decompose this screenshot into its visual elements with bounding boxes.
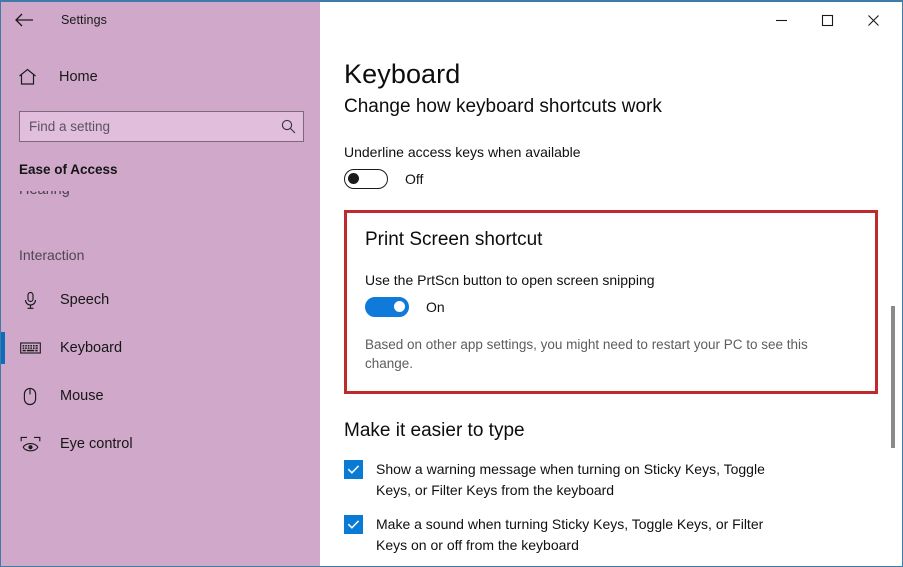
- sidebar-home-label: Home: [59, 69, 98, 85]
- back-button[interactable]: [3, 4, 45, 36]
- minimize-icon: [775, 14, 788, 27]
- keyboard-icon: [19, 341, 41, 355]
- underline-access-keys-label: Underline access keys when available: [344, 144, 902, 160]
- print-screen-toggle[interactable]: [365, 297, 409, 317]
- print-screen-section-highlight: Print Screen shortcut Use the PrtScn but…: [344, 210, 878, 394]
- sidebar-item-mouse[interactable]: Mouse: [1, 379, 320, 413]
- eye-control-icon: [19, 436, 41, 453]
- selection-indicator: [1, 332, 5, 364]
- close-icon: [867, 14, 880, 27]
- sidebar-item-label-speech: Speech: [60, 292, 109, 308]
- scrollbar-thumb[interactable]: [891, 306, 895, 448]
- sidebar-item-keyboard[interactable]: Keyboard: [1, 331, 320, 365]
- minimize-button[interactable]: [758, 4, 804, 36]
- make-sound-checkbox[interactable]: [344, 515, 363, 534]
- print-screen-label: Use the PrtScn button to open screen sni…: [365, 272, 857, 288]
- warning-message-checkbox[interactable]: [344, 460, 363, 479]
- search-input[interactable]: [20, 112, 273, 141]
- sidebar-item-label-hearing: Hearing: [19, 191, 70, 198]
- print-screen-toggle-row: On: [365, 297, 857, 317]
- maximize-button[interactable]: [804, 4, 850, 36]
- sidebar-item-eye-control[interactable]: Eye control: [1, 427, 320, 461]
- toggle-knob: [394, 301, 405, 312]
- mouse-icon: [19, 387, 41, 406]
- sidebar-category-title: Ease of Access: [1, 162, 320, 177]
- print-screen-state: On: [426, 299, 445, 315]
- sidebar-item-label-keyboard: Keyboard: [60, 340, 122, 356]
- warning-message-label: Show a warning message when turning on S…: [376, 459, 796, 501]
- home-icon: [18, 68, 40, 86]
- back-arrow-icon: [14, 12, 34, 28]
- print-screen-note: Based on other app settings, you might n…: [365, 335, 817, 373]
- content-scrollbar[interactable]: [885, 38, 901, 567]
- main-content: Keyboard Change how keyboard shortcuts w…: [320, 38, 902, 567]
- sidebar-item-speech[interactable]: Speech: [1, 283, 320, 317]
- check-icon: [347, 519, 360, 530]
- checkbox-row-make-sound[interactable]: Make a sound when turning Sticky Keys, T…: [344, 514, 902, 556]
- app-title: Settings: [61, 13, 107, 27]
- page-title: Keyboard: [344, 59, 902, 90]
- sidebar: Home Ease of Access Hearing Interaction: [1, 38, 320, 567]
- make-sound-label: Make a sound when turning Sticky Keys, T…: [376, 514, 796, 556]
- search-box[interactable]: [19, 111, 304, 142]
- sidebar-item-label-eye-control: Eye control: [60, 436, 133, 452]
- underline-access-keys-row: Off: [344, 169, 902, 189]
- title-bar-right: [320, 2, 902, 38]
- page-subtitle: Change how keyboard shortcuts work: [344, 96, 902, 118]
- sidebar-item-home[interactable]: Home: [1, 60, 320, 94]
- print-screen-heading: Print Screen shortcut: [365, 229, 857, 251]
- sidebar-item-label-mouse: Mouse: [60, 388, 104, 404]
- easier-to-type-heading: Make it easier to type: [344, 420, 902, 442]
- title-bar-left: Settings: [1, 2, 320, 38]
- close-button[interactable]: [850, 4, 896, 36]
- sidebar-group-interaction: Interaction: [1, 247, 320, 263]
- check-icon: [347, 464, 360, 475]
- sidebar-item-hearing[interactable]: Hearing: [1, 191, 320, 207]
- underline-access-keys-state: Off: [405, 171, 423, 187]
- maximize-icon: [821, 14, 834, 27]
- search-icon[interactable]: [273, 118, 303, 135]
- toggle-knob: [348, 173, 359, 184]
- microphone-icon: [19, 291, 41, 310]
- checkbox-row-warning-message[interactable]: Show a warning message when turning on S…: [344, 459, 902, 501]
- settings-window: Settings: [0, 0, 903, 567]
- title-bar: Settings: [1, 2, 902, 38]
- underline-access-keys-toggle[interactable]: [344, 169, 388, 189]
